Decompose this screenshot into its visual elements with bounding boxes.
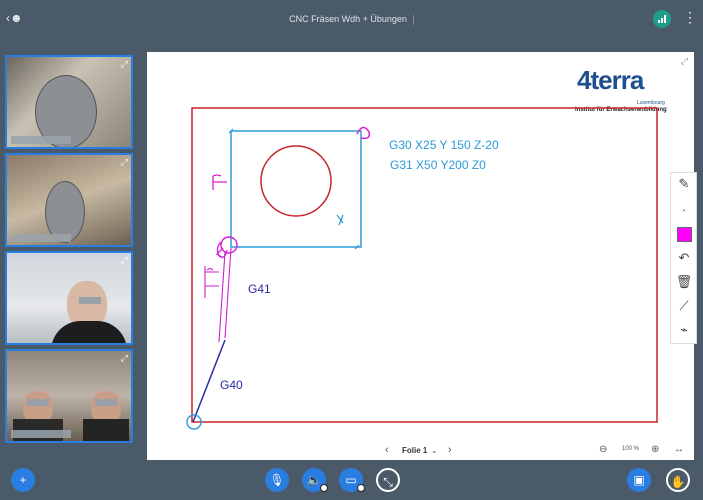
signal-bars-icon bbox=[658, 15, 666, 23]
chevron-down-icon[interactable]: ⌄ bbox=[431, 446, 438, 455]
slide-selector[interactable]: Folie 1 bbox=[402, 446, 427, 455]
color-swatch bbox=[676, 227, 692, 242]
gcode-line-1: G30 X25 Y 150 Z-20 bbox=[389, 138, 499, 152]
gcode-line-2: G31 X50 Y200 Z0 bbox=[390, 158, 486, 172]
pen-mark bbox=[336, 214, 344, 226]
eye-blur bbox=[79, 297, 101, 304]
screen-share-icon[interactable]: ⤡ bbox=[376, 468, 400, 492]
webcam-4[interactable]: ⤢ bbox=[5, 349, 133, 443]
meeting-title-text: CNC Fräsen Wdh + Übungen bbox=[289, 14, 407, 24]
thickness-icon[interactable]: · bbox=[674, 201, 694, 219]
pen-mark bbox=[220, 236, 238, 254]
title-divider bbox=[412, 14, 414, 25]
slide-navigation: ‹ Folie 1 ⌄ › ⊖ 100 % ⊕ ↔ bbox=[147, 440, 694, 462]
presentation-icon[interactable]: ▣ bbox=[627, 468, 651, 492]
zoom-level: 100 % bbox=[622, 446, 640, 452]
previous-slide-icon[interactable]: ‹ bbox=[385, 444, 389, 456]
kebab-menu-icon[interactable]: ⋮ bbox=[683, 10, 697, 24]
participant-body bbox=[83, 419, 129, 441]
fullscreen-icon[interactable]: ⤢ bbox=[121, 353, 128, 364]
undo-icon[interactable]: ↶ bbox=[674, 249, 694, 267]
pocket-circle bbox=[260, 145, 332, 217]
pen-mark bbox=[218, 247, 232, 343]
top-bar: ‹☻ CNC Fräsen Wdh + Übungen ⋮ bbox=[0, 0, 703, 40]
webcam-name-bar bbox=[11, 234, 71, 242]
fit-width-icon[interactable]: ↔ bbox=[674, 444, 684, 455]
chart-icon[interactable]: ⌁ bbox=[674, 321, 694, 339]
fullscreen-icon[interactable]: ⤢ bbox=[121, 59, 128, 70]
fullscreen-icon[interactable]: ⤢ bbox=[121, 255, 128, 266]
label-g41: G41 bbox=[248, 282, 271, 296]
webcam-1[interactable]: ⤢ bbox=[5, 55, 133, 149]
whiteboard-annotations bbox=[186, 107, 658, 430]
pencil-icon[interactable]: ✎ bbox=[674, 175, 694, 193]
webcam-name-bar bbox=[11, 136, 71, 144]
presentation-slide[interactable]: ⤢ 4terra Luxembourg Institut für Erwachs… bbox=[147, 52, 694, 460]
color-picker[interactable] bbox=[674, 225, 694, 243]
audio-status-dot bbox=[320, 484, 328, 492]
webcam-name-bar bbox=[11, 430, 71, 438]
zoom-out-icon[interactable]: ⊖ bbox=[599, 444, 607, 455]
camera-status-dot bbox=[357, 484, 365, 492]
workpiece-outline bbox=[191, 107, 658, 423]
pen-mark bbox=[212, 174, 227, 190]
webcam-2[interactable]: ⤢ bbox=[5, 153, 133, 247]
pocket-square bbox=[230, 130, 362, 248]
trash-icon[interactable]: 🗑 bbox=[674, 273, 694, 291]
eye-blur bbox=[95, 399, 117, 406]
meeting-title: CNC Fräsen Wdh + Übungen bbox=[0, 14, 703, 25]
eye-blur bbox=[27, 399, 49, 406]
zoom-in-icon[interactable]: ⊕ bbox=[651, 444, 659, 455]
pen-mark bbox=[356, 126, 371, 140]
fullscreen-icon[interactable]: ⤢ bbox=[121, 157, 128, 168]
raise-hand-icon[interactable]: ✋ bbox=[666, 468, 690, 492]
pen-mark bbox=[228, 128, 360, 250]
webcam-3[interactable]: ⤢ bbox=[5, 251, 133, 345]
pen-mark bbox=[204, 266, 219, 298]
participant-body bbox=[51, 321, 127, 343]
label-g40: G40 bbox=[220, 378, 243, 392]
annotation-toolbar: ✎ · ↶ 🗑 ⟋ ⌁ bbox=[670, 172, 697, 344]
next-slide-icon[interactable]: › bbox=[448, 444, 452, 456]
plus-icon[interactable]: + bbox=[11, 468, 35, 492]
microphone-icon[interactable]: 🎙 bbox=[265, 468, 289, 492]
signal-icon[interactable] bbox=[653, 10, 671, 28]
multi-user-pen-icon[interactable]: ⟋ bbox=[674, 297, 694, 315]
